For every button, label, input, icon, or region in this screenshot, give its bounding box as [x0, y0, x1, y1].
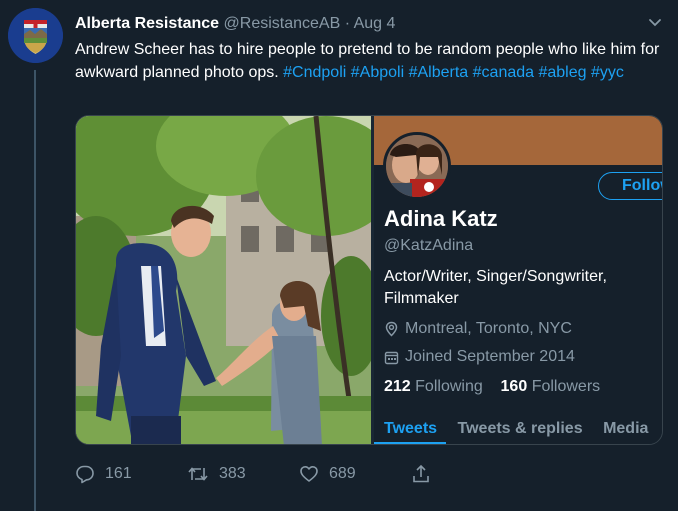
- tweet-date[interactable]: Aug 4: [354, 15, 396, 32]
- reply-icon: [76, 465, 94, 484]
- tab-media: Media: [603, 420, 649, 437]
- hashtag-link[interactable]: #yyc: [591, 64, 624, 81]
- profile-card-screenshot: Follow Adina Katz @KatzAdina Actor/Write…: [374, 116, 662, 444]
- tweet-text: Andrew Scheer has to hire people to pret…: [75, 38, 660, 84]
- followers-count: 160: [500, 378, 528, 395]
- retweet-icon: [188, 467, 208, 481]
- profile-joined-text: Joined September 2014: [405, 348, 575, 365]
- photo-scheer[interactable]: [76, 116, 371, 444]
- like-button[interactable]: 689: [299, 464, 356, 484]
- following-count: 212: [384, 378, 411, 395]
- author-name[interactable]: Alberta Resistance: [75, 15, 219, 32]
- tweet-media[interactable]: Follow Adina Katz @KatzAdina Actor/Write…: [75, 115, 663, 445]
- tab-tweets-replies: Tweets & replies: [457, 420, 583, 437]
- thread-line: [34, 70, 36, 511]
- hashtag-link[interactable]: #Alberta: [409, 64, 469, 81]
- profile-location: Montreal, Toronto, NYC: [384, 320, 572, 338]
- hashtag-link[interactable]: #Cndpoli: [283, 64, 346, 81]
- profile-tabs: Tweets Tweets & replies Media: [384, 420, 662, 438]
- share-button[interactable]: [411, 464, 431, 484]
- hashtag-link[interactable]: #ableg: [538, 64, 586, 81]
- retweet-count: 383: [219, 465, 246, 482]
- header-separator: ·: [344, 15, 351, 32]
- follow-button: Follow: [598, 172, 662, 200]
- reply-count: 161: [105, 465, 132, 482]
- profile-name: Adina Katz: [384, 206, 498, 231]
- author-handle[interactable]: @ResistanceAB: [224, 15, 341, 32]
- following-label: Following: [415, 378, 483, 395]
- active-tab-indicator: [374, 442, 446, 444]
- calendar-icon: [384, 351, 399, 364]
- profile-joined: Joined September 2014: [384, 348, 575, 366]
- location-pin-icon: [385, 321, 398, 337]
- tweet-header: Alberta Resistance @ResistanceAB · Aug 4: [75, 14, 395, 34]
- profile-bio: Actor/Writer, Singer/Songwriter, Filmmak…: [384, 268, 607, 307]
- profile-handle: @KatzAdina: [384, 237, 474, 254]
- like-count: 689: [329, 465, 356, 482]
- retweet-button[interactable]: 383: [187, 464, 246, 484]
- chevron-down-icon[interactable]: [646, 14, 664, 32]
- tab-tweets: Tweets: [384, 420, 438, 437]
- followers-label: Followers: [531, 378, 601, 395]
- hashtag-link[interactable]: #Abpoli: [351, 64, 404, 81]
- author-avatar[interactable]: [8, 8, 63, 63]
- profile-stats: 212 Following 160 Followers: [384, 378, 600, 396]
- profile-avatar: [383, 132, 451, 200]
- heart-icon: [300, 466, 318, 482]
- reply-button[interactable]: 161: [75, 464, 132, 484]
- share-icon: [413, 464, 429, 483]
- hashtag-link[interactable]: #canada: [473, 64, 534, 81]
- profile-location-text: Montreal, Toronto, NYC: [405, 320, 572, 337]
